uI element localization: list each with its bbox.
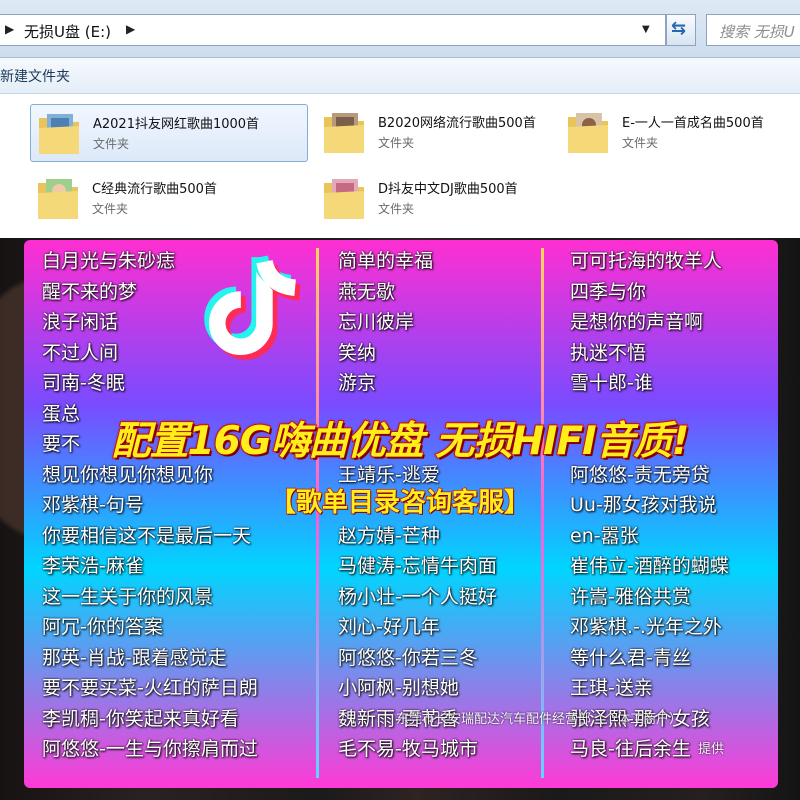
song-title: 邓紫棋-句号 [42, 494, 144, 516]
folder-name: A2021抖友网红歌曲1000首 [93, 117, 260, 132]
song-title: 等什么君-青丝 [570, 646, 691, 669]
song-title: 毛不易-牧马城市 [338, 738, 478, 760]
song-title: 你要相信这不是最后一天 [42, 524, 252, 547]
folder-name: D抖友中文DJ歌曲500首 [378, 182, 518, 197]
song-title: 忘川彼岸 [338, 311, 415, 333]
song-title: 可可托海的牧羊人 [570, 250, 723, 272]
folder-type: 文件夹 [93, 137, 130, 151]
command-bar: 新建文件夹 [0, 58, 800, 94]
song-title: 阿悠悠-你若三冬 [338, 646, 478, 669]
folder-icon [39, 114, 79, 154]
song-title: Uu-那女孩对我说 [570, 494, 717, 516]
file-explorer-window: ▶ 无损U盘 (E:) ▶ ▼ ⇆ 搜索 无损U 新建文件夹 A2021抖友网红… [0, 0, 800, 238]
search-input[interactable]: 搜索 无损U [706, 14, 800, 46]
song-title: 崔伟立-酒醉的蝴蝶 [570, 555, 729, 577]
promo-headline: 配置16G嗨曲优盘 无损HIFI音质! [111, 418, 691, 465]
song-title: 游京 [338, 372, 377, 394]
refresh-icon: ⇆ [671, 18, 687, 39]
folder-type: 文件夹 [92, 202, 129, 216]
refresh-button[interactable]: ⇆ [666, 14, 696, 46]
folder-name: C经典流行歌曲500首 [92, 182, 217, 197]
folder-item[interactable]: B2020网络流行歌曲500首 文件夹 [316, 104, 594, 162]
song-title: 李荣浩-麻雀 [42, 555, 144, 577]
song-title: 刘心-好几年 [338, 616, 440, 638]
song-title: 雪十郎-谁 [570, 372, 653, 394]
song-title: 执迷不悟 [570, 341, 647, 364]
folder-type: 文件夹 [622, 136, 659, 150]
folder-item[interactable]: E-一人一首成名曲500首 文件夹 [560, 104, 800, 162]
song-title: 马健涛-忘情牛肉面 [338, 555, 497, 577]
search-placeholder: 搜索 无损U [719, 23, 795, 41]
song-title: 笑纳 [338, 341, 377, 364]
promo-poster: 白月光与朱砂痣 醒不来的梦 浪子闲话 不过人间 司南-冬眠 蛋总 要不 想见你想见你想见你 邓紫… [0, 238, 800, 800]
song-title: 李凯稠-你笑起来真好看 [42, 707, 239, 730]
song-title: 阿冗-你的答案 [42, 616, 163, 638]
breadcrumb[interactable]: 无损U盘 (E:) [24, 21, 111, 42]
song-column: 可可托海的牧羊人 四季与你 是想你的声音啊 执迷不悟 雪十郎-谁 阿悠悠-责无旁贷 Uu-那… [570, 246, 729, 765]
song-title: 小阿枫-别想她 [338, 677, 459, 699]
address-bar: ▶ 无损U盘 (E:) ▶ ▼ ⇆ 搜索 无损U [0, 0, 800, 58]
song-title: 是想你的声音啊 [570, 311, 704, 333]
chevron-down-icon[interactable]: ▼ [642, 24, 650, 35]
folder-type: 文件夹 [378, 136, 415, 150]
folder-name: B2020网络流行歌曲500首 [378, 116, 536, 131]
merchant-watermark: 东莞市长安瑞配达汽车配件经营部（个体工商户） [396, 712, 683, 727]
provider-watermark: 提供 [698, 742, 725, 757]
new-folder-button[interactable]: 新建文件夹 [0, 66, 70, 86]
folder-icon [568, 113, 608, 153]
song-title: 燕无歇 [338, 280, 396, 303]
song-title: en-嚣张 [570, 524, 639, 547]
promo-subline: 【歌单目录咨询客服】 [269, 487, 531, 519]
song-title: 杨小壮-一个人挺好 [338, 585, 497, 608]
chevron-right-icon[interactable]: ▶ [126, 22, 135, 36]
tiktok-logo-icon [204, 254, 302, 360]
folder-item[interactable]: C经典流行歌曲500首 文件夹 [30, 170, 308, 228]
song-title: 邓紫棋.-.光年之外 [570, 616, 722, 638]
folder-icon [324, 179, 364, 219]
song-title: 王琪-送亲 [570, 677, 653, 699]
song-title: 要不要买菜-火红的萨日朗 [42, 677, 258, 699]
song-title: 阿悠悠-一生与你擦肩而过 [42, 738, 258, 760]
folder-icon [38, 179, 78, 219]
folder-name: E-一人一首成名曲500首 [622, 116, 764, 131]
song-title: 四季与你 [570, 280, 647, 303]
song-title: 这一生关于你的风景 [42, 585, 214, 608]
folder-item[interactable]: A2021抖友网红歌曲1000首 文件夹 [30, 104, 308, 162]
song-title: 简单的幸福 [338, 250, 434, 272]
nav-arrow-icon[interactable]: ▶ [5, 22, 14, 36]
song-title: 那英-肖战-跟着感觉走 [42, 646, 227, 669]
folder-type: 文件夹 [378, 202, 415, 216]
folder-icon [324, 113, 364, 153]
address-field[interactable]: ▶ 无损U盘 (E:) ▶ ▼ [0, 14, 666, 46]
song-title: 司南-冬眠 [42, 372, 125, 394]
song-title: 许嵩-雅俗共赏 [570, 585, 691, 608]
folder-item[interactable]: D抖友中文DJ歌曲500首 文件夹 [316, 170, 594, 228]
